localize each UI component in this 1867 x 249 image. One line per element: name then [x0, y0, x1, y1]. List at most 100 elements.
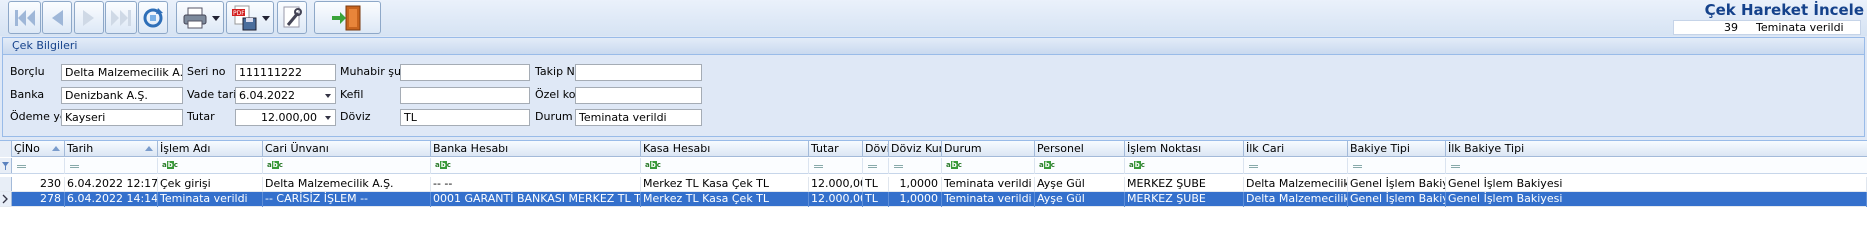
print-button[interactable] [176, 1, 224, 34]
cell-tarih[interactable]: 6.04.2022 12:17:13 [65, 177, 158, 192]
kefil-field[interactable] [400, 87, 530, 104]
cell-personel[interactable]: Ayşe Gül [1035, 192, 1125, 207]
refresh-button[interactable] [138, 1, 168, 34]
cell-doviz-kuru[interactable]: 1,0000 [889, 177, 942, 192]
seri-no-label: Seri no [187, 65, 226, 78]
cell-cari-unvani[interactable]: -- CARİSİZ İŞLEM -- [263, 192, 431, 207]
takip-no-field[interactable] [575, 64, 702, 81]
toolbar: PDF Çek Hareket İncele 39 Teminata veril… [0, 0, 1867, 36]
export-dropdown-icon[interactable] [262, 16, 270, 21]
text-filter-icon: abc [162, 161, 178, 169]
cell-banka-hesabi[interactable]: -- -- [431, 177, 641, 192]
next-record-button[interactable] [74, 1, 104, 34]
filter-ilk-bakiye-tipi[interactable] [1446, 158, 1867, 174]
cell-cino[interactable]: 278 [12, 192, 65, 207]
borclu-field[interactable]: Delta Malzemecilik A.Ş. [61, 64, 183, 81]
col-header-durum[interactable]: Durum [942, 141, 1035, 157]
col-header-bakiye-tipi[interactable]: Bakiye Tipi [1348, 141, 1446, 157]
cell-ilk-cari[interactable]: Delta Malzemecilik A.Ş. [1244, 177, 1348, 192]
filter-doviz-kuru[interactable] [889, 158, 942, 174]
first-record-button[interactable] [8, 1, 41, 34]
filter-ilk-cari[interactable] [1244, 158, 1348, 174]
banka-field[interactable]: Denizbank A.Ş. [61, 87, 183, 104]
filter-islem-noktasi[interactable]: abc [1125, 158, 1244, 174]
col-header-cino[interactable]: ÇİNo [12, 141, 65, 157]
col-header-doviz[interactable]: Döviz [863, 141, 889, 157]
print-dropdown-icon[interactable] [212, 16, 220, 21]
cell-ilk-bakiye-tipi[interactable]: Genel İşlem Bakiyesi [1446, 192, 1867, 207]
cell-durum[interactable]: Teminata verildi [942, 192, 1035, 207]
cell-ilk-cari[interactable]: Delta Malzemecilik A.Ş. [1244, 192, 1348, 207]
filter-bakiye-tipi[interactable] [1348, 158, 1446, 174]
exit-button[interactable] [314, 1, 381, 34]
last-record-button[interactable] [105, 1, 137, 34]
tutar-field[interactable]: 12.000,00 [235, 109, 336, 126]
filter-durum[interactable]: abc [942, 158, 1035, 174]
filter-islem-adi[interactable]: abc [158, 158, 263, 174]
printer-icon [183, 7, 207, 28]
col-header-kasa-hesabi[interactable]: Kasa Hesabı [641, 141, 809, 157]
doviz-field[interactable]: TL [400, 109, 530, 126]
durum-field[interactable]: Teminata verildi [575, 109, 702, 126]
cek-bilgileri-group: Çek Bilgileri Borçlu Delta Malzemecilik … [2, 37, 1865, 137]
cell-tutar[interactable]: 12.000,00 [809, 177, 863, 192]
col-header-doviz-kuru[interactable]: Döviz Kuru [889, 141, 942, 157]
cell-doviz[interactable]: TL [863, 192, 889, 207]
filter-banka-hesabi[interactable]: abc [431, 158, 641, 174]
filter-cari-unvani[interactable]: abc [263, 158, 431, 174]
col-header-ilk-cari[interactable]: İlk Cari [1244, 141, 1348, 157]
cell-islem-adi[interactable]: Teminata verildi [158, 192, 263, 207]
odeme-yeri-field[interactable]: Kayseri [61, 109, 183, 126]
col-header-ilk-bakiye-tipi[interactable]: İlk Bakiye Tipi [1446, 141, 1867, 157]
cell-cari-unvani[interactable]: Delta Malzemecilik A.Ş. [263, 177, 431, 192]
cell-cino[interactable]: 230 [12, 177, 65, 192]
col-header-islem-noktasi[interactable]: İşlem Noktası [1125, 141, 1244, 157]
col-header-tarih[interactable]: Tarih [65, 141, 158, 157]
status-text: Teminata verildi [1756, 21, 1844, 34]
cell-kasa-hesabi[interactable]: Merkez TL Kasa Çek TL [641, 177, 809, 192]
filter-cino[interactable] [12, 158, 65, 174]
doviz-label: Döviz [340, 110, 371, 123]
cell-islem-adi[interactable]: Çek girişi [158, 177, 263, 192]
cell-islem-noktasi[interactable]: MERKEZ ŞUBE [1125, 192, 1244, 207]
filter-personel[interactable]: abc [1035, 158, 1125, 174]
cell-ilk-bakiye-tipi[interactable]: Genel İşlem Bakiyesi [1446, 177, 1867, 192]
cell-banka-hesabi[interactable]: 0001 GARANTİ BANKASI MERKEZ TL Teminat Ç… [431, 192, 641, 207]
cell-tutar[interactable]: 12.000,00 [809, 192, 863, 207]
col-header-personel[interactable]: Personel [1035, 141, 1125, 157]
cell-bakiye-tipi[interactable]: Genel İşlem Bakiyesi [1348, 177, 1446, 192]
vade-tarihi-field[interactable]: 6.04.2022 [235, 87, 336, 104]
filter-doviz[interactable] [863, 158, 889, 174]
filter-tutar[interactable] [809, 158, 863, 174]
col-header-banka-hesabi[interactable]: Banka Hesabı [431, 141, 641, 157]
muhabir-sube-field[interactable] [400, 64, 530, 81]
cell-doviz-kuru[interactable]: 1,0000 [889, 192, 942, 207]
refresh-icon [143, 7, 163, 27]
col-header-tutar[interactable]: Tutar [809, 141, 863, 157]
cell-doviz[interactable]: TL [863, 177, 889, 192]
row-indicator[interactable] [0, 192, 12, 206]
tutar-dropdown-icon[interactable] [325, 116, 331, 120]
cell-durum[interactable]: Teminata verildi [942, 177, 1035, 192]
export-pdf-button[interactable]: PDF [226, 1, 274, 34]
col-header-cari-unvani[interactable]: Cari Ünvanı [263, 141, 431, 157]
seri-no-field[interactable]: 111111222 [235, 64, 336, 81]
cell-kasa-hesabi[interactable]: Merkez TL Kasa Çek TL [641, 192, 809, 207]
cell-tarih[interactable]: 6.04.2022 14:14:09 [65, 192, 158, 207]
status-number: 39 [1724, 21, 1738, 34]
filter-kasa-hesabi[interactable]: abc [641, 158, 809, 174]
cell-bakiye-tipi[interactable]: Genel İşlem Bakiyesi [1348, 192, 1446, 207]
filter-tarih[interactable] [65, 158, 158, 174]
filter-indicator [0, 158, 12, 173]
row-indicator[interactable] [0, 177, 12, 191]
col-header-islem-adi[interactable]: İşlem Adı [158, 141, 263, 157]
next-record-icon [83, 9, 94, 26]
settings-button[interactable] [277, 1, 307, 34]
previous-record-button[interactable] [42, 1, 72, 34]
cell-islem-noktasi[interactable]: MERKEZ ŞUBE [1125, 177, 1244, 192]
cell-personel[interactable]: Ayşe Gül [1035, 177, 1125, 192]
ozel-kod-field[interactable] [575, 87, 702, 104]
date-dropdown-icon[interactable] [325, 94, 331, 98]
table-row[interactable]: 2306.04.2022 12:17:13Çek girişiDelta Mal… [0, 177, 1867, 192]
table-row[interactable]: 2786.04.2022 14:14:09Teminata verildi-- … [0, 192, 1867, 207]
